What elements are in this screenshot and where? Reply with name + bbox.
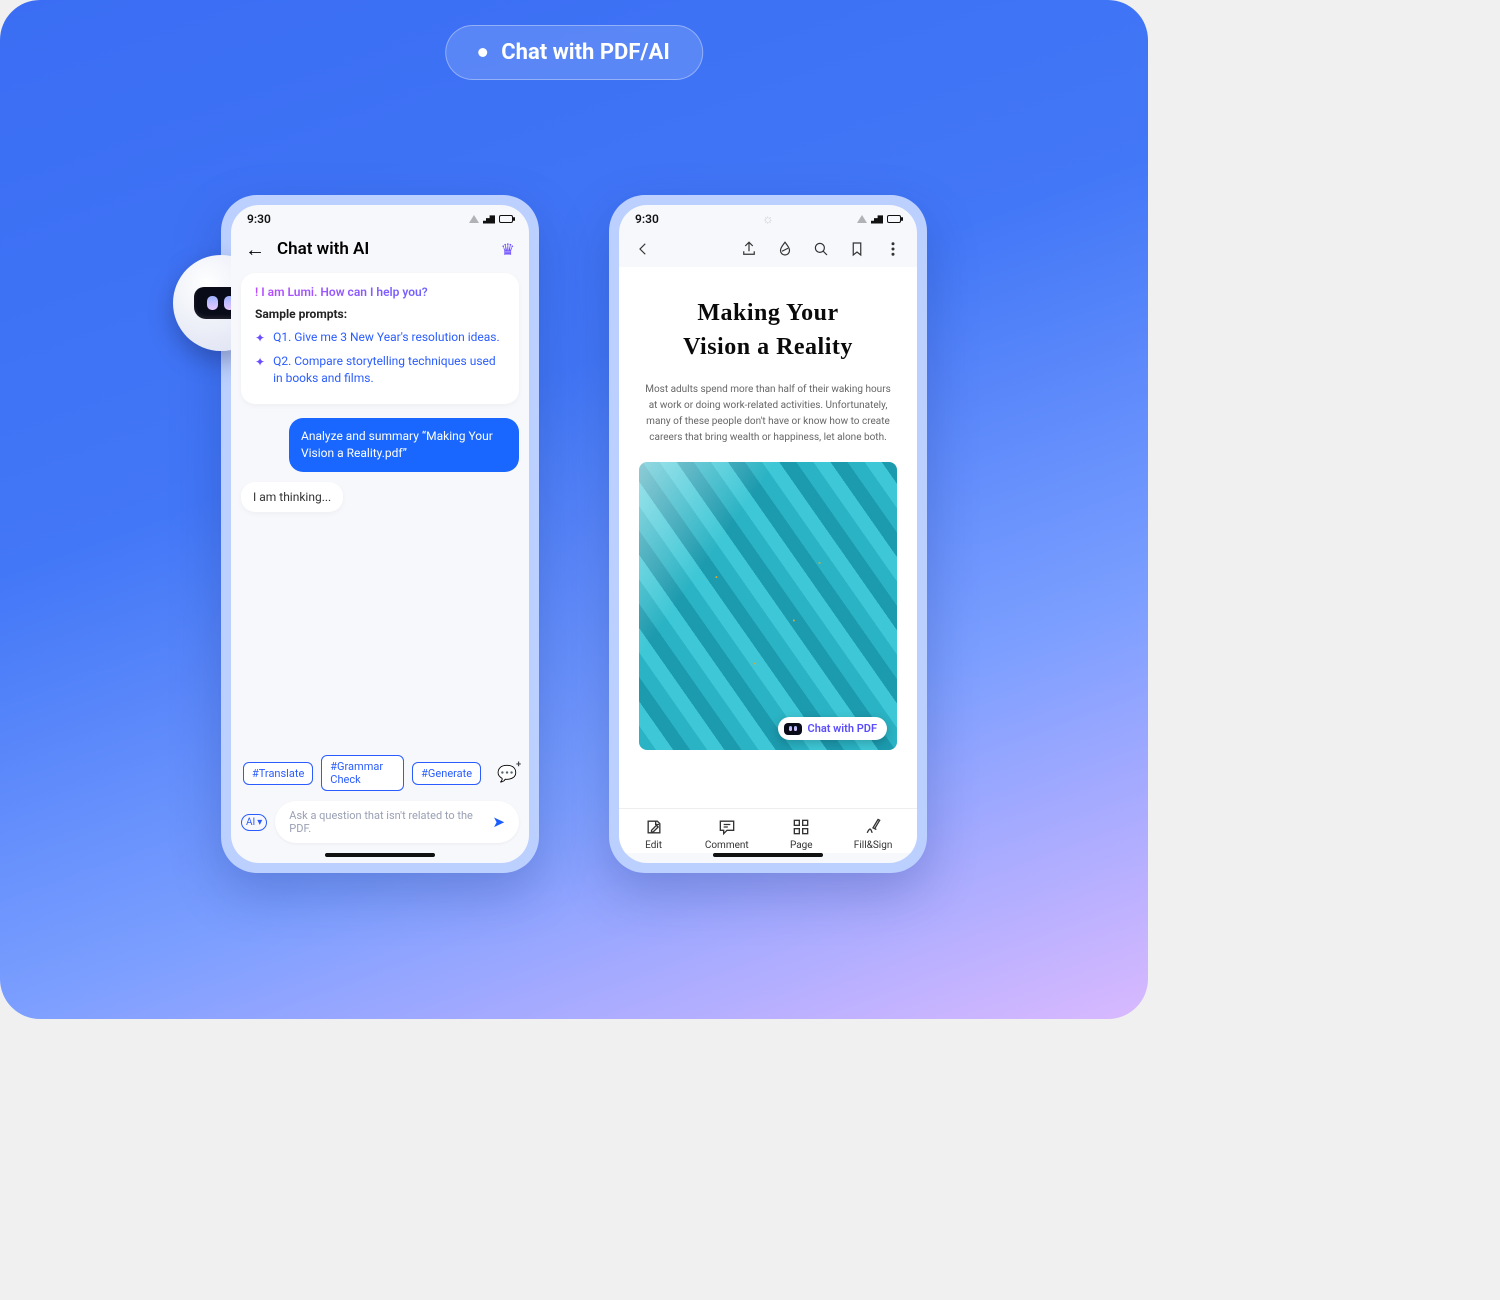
send-icon[interactable]: ➤	[492, 813, 505, 831]
phones-row: 9:30 ← Chat with AI ♛ ! I am Lumi. How c…	[221, 195, 927, 873]
doc-title-line: Vision a Reality	[639, 331, 897, 365]
float-label: Chat with PDF	[808, 722, 878, 735]
sample-prompt[interactable]: ✦ Q1. Give me 3 New Year's resolution id…	[255, 329, 505, 347]
battery-icon	[499, 215, 513, 223]
brightness-icon: ☼	[762, 211, 774, 227]
chip-generate[interactable]: #Generate	[412, 762, 481, 785]
status-bar: 9:30	[231, 205, 529, 233]
signal-icon	[483, 215, 495, 224]
home-indicator	[713, 853, 823, 857]
user-message: Analyze and summary “Making Your Vision …	[289, 418, 519, 472]
chat-with-pdf-button[interactable]: Chat with PDF	[778, 717, 888, 740]
ai-greeting: ! I am Lumi. How can I help you?	[255, 285, 505, 299]
prompt-text: Q2. Compare storytelling techniques used…	[273, 353, 505, 387]
new-chat-icon[interactable]: 💬	[497, 764, 517, 783]
stage: Chat with PDF/AI 9:30 ←	[0, 0, 1148, 1019]
doc-paragraph: Most adults spend more than half of thei…	[639, 382, 897, 446]
chat-titlebar: ← Chat with AI ♛	[231, 233, 529, 269]
tab-label: Edit	[645, 840, 662, 851]
feature-badge: Chat with PDF/AI	[445, 25, 703, 80]
tab-comment[interactable]: Comment	[705, 817, 749, 851]
lumi-mini-icon	[784, 723, 802, 735]
sparkle-icon: ✦	[255, 330, 265, 347]
wifi-icon	[469, 215, 479, 223]
tab-page[interactable]: Page	[790, 817, 813, 851]
status-bar: 9:30 ☼	[619, 205, 917, 233]
more-vertical-icon[interactable]	[883, 239, 903, 259]
badge-label: Chat with PDF/AI	[501, 40, 670, 65]
search-icon[interactable]	[811, 239, 831, 259]
crown-icon[interactable]: ♛	[501, 240, 515, 259]
suggestion-chips: #Translate #Grammar Check #Generate 💬	[231, 747, 529, 795]
doc-image: Chat with PDF	[639, 462, 897, 750]
sample-prompts-title: Sample prompts:	[255, 307, 505, 321]
back-arrow-icon[interactable]: ←	[245, 239, 265, 259]
ink-drop-icon[interactable]	[775, 239, 795, 259]
chevron-down-icon: ▾	[257, 817, 262, 828]
tab-label: Comment	[705, 840, 749, 851]
chat-screen: 9:30 ← Chat with AI ♛ ! I am Lumi. How c…	[231, 205, 529, 863]
chip-translate[interactable]: #Translate	[243, 762, 313, 785]
chip-grammar[interactable]: #Grammar Check	[321, 755, 404, 791]
tab-label: Page	[790, 840, 813, 851]
chat-input[interactable]: Ask a question that isn't related to the…	[275, 801, 519, 843]
share-icon[interactable]	[739, 239, 759, 259]
pdf-bottom-tabs: Edit Comment Page Fill&Sign	[619, 808, 917, 853]
ai-welcome-card: ! I am Lumi. How can I help you? Sample …	[241, 273, 519, 404]
status-icons	[857, 215, 901, 224]
tab-label: Fill&Sign	[854, 840, 893, 851]
prompt-text: Q1. Give me 3 New Year's resolution idea…	[273, 329, 500, 347]
signal-icon	[871, 215, 883, 224]
tab-edit[interactable]: Edit	[644, 817, 664, 851]
tab-fillsign[interactable]: Fill&Sign	[854, 817, 893, 851]
phone-chat: 9:30 ← Chat with AI ♛ ! I am Lumi. How c…	[221, 195, 539, 873]
ai-mode-toggle[interactable]: AI ▾	[241, 814, 267, 831]
pdf-document[interactable]: Making Your Vision a Reality Most adults…	[619, 267, 917, 808]
chat-messages: ! I am Lumi. How can I help you? Sample …	[231, 269, 529, 747]
status-time: 9:30	[247, 212, 271, 226]
back-arrow-icon[interactable]	[633, 239, 653, 259]
status-icons	[469, 215, 513, 224]
chat-input-placeholder: Ask a question that isn't related to the…	[289, 809, 492, 835]
pdf-screen: 9:30 ☼	[619, 205, 917, 863]
doc-title: Making Your Vision a Reality	[639, 297, 897, 364]
chat-input-row: AI ▾ Ask a question that isn't related t…	[231, 795, 529, 853]
pdf-toolbar	[619, 233, 917, 267]
badge-dot-icon	[478, 48, 487, 57]
status-time: 9:30	[635, 212, 659, 226]
ai-thinking: I am thinking...	[241, 482, 343, 512]
sample-prompt[interactable]: ✦ Q2. Compare storytelling techniques us…	[255, 353, 505, 387]
battery-icon	[887, 215, 901, 223]
sparkle-icon: ✦	[255, 354, 265, 387]
phone-pdf: 9:30 ☼	[609, 195, 927, 873]
home-indicator	[325, 853, 435, 857]
bookmark-icon[interactable]	[847, 239, 867, 259]
doc-title-line: Making Your	[639, 297, 897, 331]
wifi-icon	[857, 215, 867, 223]
chat-title: Chat with AI	[277, 239, 489, 259]
ai-toggle-label: AI	[246, 817, 255, 828]
